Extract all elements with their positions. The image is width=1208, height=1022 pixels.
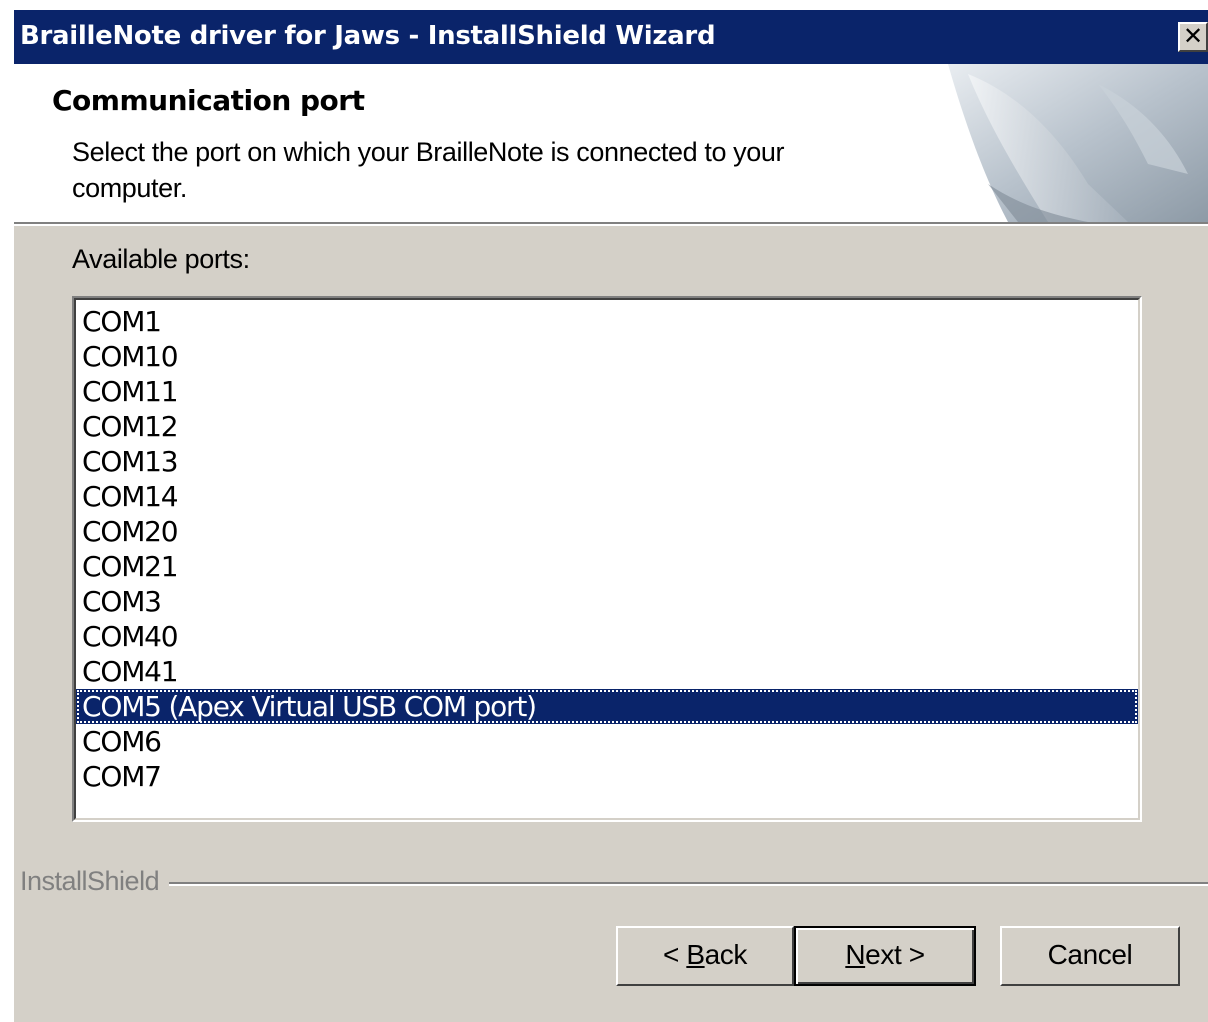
cancel-button[interactable]: Cancel: [1000, 926, 1180, 986]
ports-list: COM1 COM10 COM11 COM12 COM13 COM14 COM20 COM21 C…: [74, 298, 1140, 820]
back-button-label: < Back: [662, 939, 748, 970]
list-item[interactable]: COM14: [76, 479, 1138, 514]
window-title: BrailleNote driver for Jaws - InstallShi…: [20, 21, 716, 51]
title-bar[interactable]: BrailleNote driver for Jaws - InstallShi…: [14, 10, 1208, 64]
list-item[interactable]: COM10: [76, 339, 1138, 374]
installshield-label: InstallShield: [20, 866, 170, 897]
page-title: Communication port: [52, 84, 365, 117]
cancel-button-label: Cancel: [1047, 939, 1133, 970]
ports-listbox[interactable]: COM1 COM10 COM11 COM12 COM13 COM14 COM20 COM21 C…: [72, 296, 1142, 822]
installshield-branding: InstallShield: [14, 866, 1208, 898]
list-item[interactable]: COM11: [76, 374, 1138, 409]
list-item[interactable]: COM6: [76, 724, 1138, 759]
branding-divider: [164, 882, 1208, 886]
close-icon: ✕: [1182, 22, 1204, 50]
list-item[interactable]: COM40: [76, 619, 1138, 654]
list-item[interactable]: COM5 (Apex Virtual USB COM port): [76, 689, 1138, 724]
list-item[interactable]: COM20: [76, 514, 1138, 549]
list-item[interactable]: COM41: [76, 654, 1138, 689]
list-item[interactable]: COM21: [76, 549, 1138, 584]
installer-window: BrailleNote driver for Jaws - InstallShi…: [14, 10, 1208, 1022]
next-button-label: Next >: [845, 939, 925, 970]
wizard-header: Communication port Select the port on wh…: [14, 64, 1208, 226]
list-item[interactable]: COM12: [76, 409, 1138, 444]
page-description: Select the port on which your BrailleNot…: [72, 137, 785, 203]
list-item[interactable]: COM7: [76, 759, 1138, 794]
list-item[interactable]: COM1: [76, 304, 1138, 339]
available-ports-label: Available ports:: [72, 244, 250, 274]
back-button[interactable]: < Back: [616, 926, 794, 986]
close-button[interactable]: ✕: [1178, 22, 1208, 52]
list-item[interactable]: COM3: [76, 584, 1138, 619]
wizard-banner-graphic: [948, 64, 1208, 222]
list-item[interactable]: COM13: [76, 444, 1138, 479]
next-button[interactable]: Next >: [794, 926, 976, 986]
